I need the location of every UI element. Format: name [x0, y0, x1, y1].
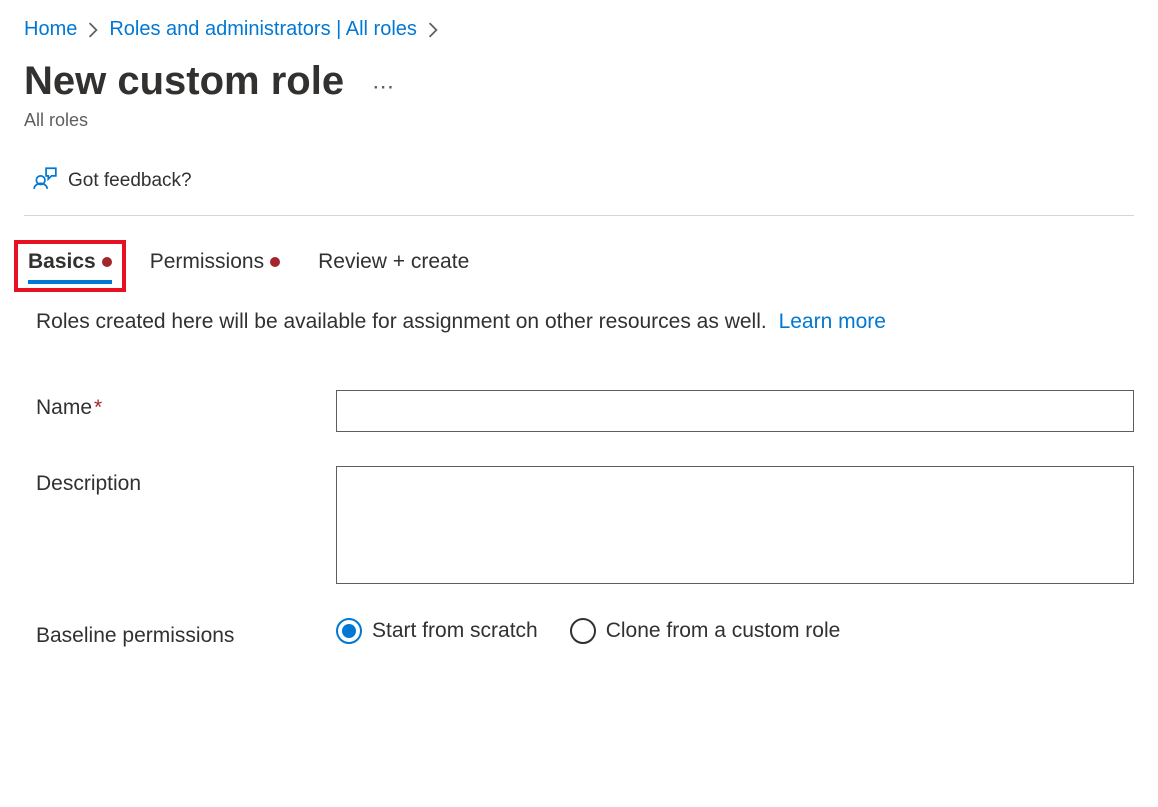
error-indicator-icon — [102, 257, 112, 267]
radio-icon — [570, 618, 596, 644]
breadcrumb: Home Roles and administrators | All role… — [24, 18, 1134, 41]
tab-basics[interactable]: Basics — [28, 250, 112, 282]
baseline-option-scratch[interactable]: Start from scratch — [336, 618, 538, 644]
baseline-option-clone[interactable]: Clone from a custom role — [570, 618, 841, 644]
radio-icon — [336, 618, 362, 644]
more-actions-button[interactable]: ⋯ — [372, 64, 396, 100]
info-text: Roles created here will be available for… — [24, 310, 1134, 334]
tab-permissions[interactable]: Permissions — [150, 250, 280, 282]
description-input[interactable] — [336, 466, 1134, 584]
baseline-permissions-label: Baseline permissions — [36, 618, 336, 648]
page-subtitle: All roles — [24, 110, 1134, 131]
feedback-label: Got feedback? — [68, 170, 192, 192]
tab-label: Review + create — [318, 250, 469, 274]
radio-label: Clone from a custom role — [606, 619, 841, 643]
description-label: Description — [36, 466, 336, 496]
chevron-right-icon — [427, 22, 439, 38]
radio-label: Start from scratch — [372, 619, 538, 643]
name-input[interactable] — [336, 390, 1134, 432]
feedback-icon — [32, 165, 58, 197]
chevron-right-icon — [87, 22, 99, 38]
page-title: New custom role — [24, 59, 344, 104]
learn-more-link[interactable]: Learn more — [779, 310, 886, 333]
feedback-button[interactable]: Got feedback? — [24, 159, 200, 215]
required-indicator: * — [94, 396, 102, 419]
breadcrumb-roles[interactable]: Roles and administrators | All roles — [109, 18, 417, 41]
tabs: Basics Permissions Review + create — [24, 250, 1134, 282]
tab-basics-highlight: Basics — [14, 240, 126, 292]
tab-review-create[interactable]: Review + create — [318, 250, 469, 282]
divider — [24, 215, 1134, 216]
baseline-permissions-group: Start from scratch Clone from a custom r… — [336, 618, 840, 644]
tab-label: Basics — [28, 250, 96, 274]
tab-label: Permissions — [150, 250, 264, 274]
error-indicator-icon — [270, 257, 280, 267]
name-label: Name* — [36, 390, 336, 420]
breadcrumb-home[interactable]: Home — [24, 18, 77, 41]
